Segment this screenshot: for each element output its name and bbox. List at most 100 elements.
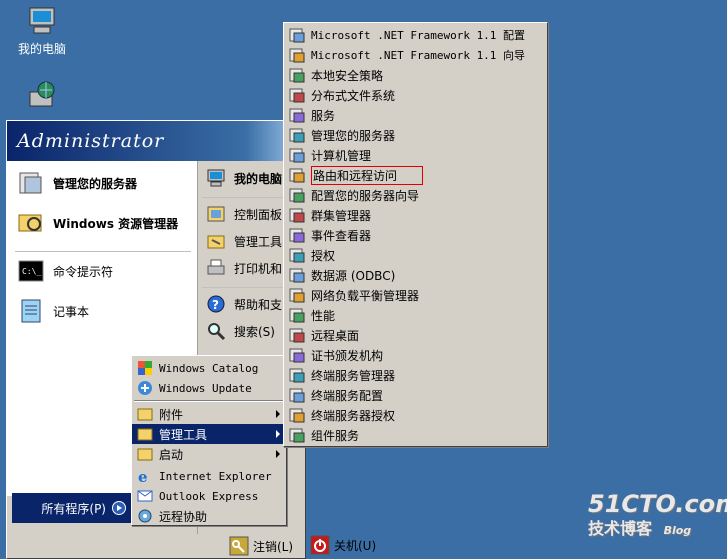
start-item-manage-server[interactable]: 管理您的服务器 [17, 169, 137, 197]
admin-item-component-services[interactable]: 组件服务 [284, 425, 547, 445]
menu-item-remote-assist[interactable]: 远程协助 [132, 506, 286, 526]
menu-item-label: 组件服务 [311, 428, 360, 443]
folder-icon [137, 406, 153, 422]
menu-item-label: 终端服务管理器 [311, 368, 396, 383]
admin-item-security-policy[interactable]: 本地安全策略 [284, 65, 547, 85]
admin-item-event-viewer[interactable]: 事件查看器 [284, 225, 547, 245]
start-item-cmd[interactable]: C:\_ 命令提示符 [17, 257, 113, 285]
admin-tools-menu: Microsoft .NET Framework 1.1 配置 Microsoft… [283, 22, 548, 447]
ie-icon: e [137, 468, 153, 486]
menu-item-admin-tools[interactable]: 管理工具 [132, 424, 286, 444]
admin-item-nlb[interactable]: 网络负载平衡管理器 [284, 285, 547, 305]
start-item-label: 记事本 [53, 304, 90, 319]
menu-item-windows-update[interactable]: Windows Update [132, 378, 286, 398]
certificate-icon [289, 347, 305, 363]
desktop-icon-my-computer[interactable]: 我的电脑 [7, 5, 77, 57]
menu-item-outlook[interactable]: Outlook Express [132, 486, 286, 506]
admin-item-services[interactable]: 服务 [284, 105, 547, 125]
start-item-printers[interactable]: 打印机和 [206, 258, 282, 278]
admin-item-routing[interactable]: 路由和远程访问 [284, 165, 547, 185]
start-menu-bottom-bar: 注销(L) [7, 534, 305, 558]
admin-item-dfs[interactable]: 分布式文件系统 [284, 85, 547, 105]
admin-item-dotnet-wizard[interactable]: Microsoft .NET Framework 1.1 向导 [284, 45, 547, 65]
admin-item-ts-manager[interactable]: 终端服务管理器 [284, 365, 547, 385]
services-icon [289, 107, 305, 123]
my-computer-icon [26, 5, 58, 37]
programs-menu: Windows Catalog Windows Update 附件 管理工具 启… [131, 355, 287, 526]
admin-item-cluster[interactable]: 群集管理器 [284, 205, 547, 225]
svg-text:?: ? [212, 298, 219, 312]
admin-item-computer-management[interactable]: 计算机管理 [284, 145, 547, 165]
windows-catalog-icon [137, 360, 153, 376]
folder-icon [137, 426, 153, 442]
menu-item-startup[interactable]: 启动 [132, 444, 286, 464]
start-item-notepad[interactable]: 记事本 [17, 297, 89, 325]
admin-item-odbc[interactable]: 数据源 (ODBC) [284, 265, 547, 285]
windows-update-icon [137, 380, 153, 396]
remote-desktop-icon [289, 327, 305, 343]
folder-icon [137, 446, 153, 462]
admin-item-performance[interactable]: 性能 [284, 305, 547, 325]
start-item-label: 命令提示符 [53, 264, 114, 279]
start-item-explorer[interactable]: Windows 资源管理器 [17, 209, 178, 237]
admin-item-dotnet-config[interactable]: Microsoft .NET Framework 1.1 配置 [284, 25, 547, 45]
admin-item-remote-desktop[interactable]: 远程桌面 [284, 325, 547, 345]
admin-item-licensing[interactable]: 授权 [284, 245, 547, 265]
cmd-icon: C:\_ [17, 257, 45, 285]
start-item-search[interactable]: 搜索(S) [206, 321, 275, 341]
remote-assist-icon [137, 508, 153, 524]
start-item-label: 管理工具 [234, 234, 283, 249]
computer-icon [206, 168, 226, 188]
arrow-right-icon [112, 501, 126, 515]
help-icon: ? [206, 294, 226, 314]
admin-item-ts-config[interactable]: 终端服务配置 [284, 385, 547, 405]
start-item-label: 打印机和 [234, 261, 283, 276]
menu-item-label: 附件 [159, 407, 184, 422]
admin-item-certificate[interactable]: 证书颁发机构 [284, 345, 547, 365]
logoff-label: 注销(L) [253, 539, 294, 554]
menu-item-ie[interactable]: e Internet Explorer [132, 466, 286, 486]
explorer-icon [17, 209, 45, 237]
nlb-icon [289, 287, 305, 303]
start-item-label: 管理您的服务器 [53, 176, 138, 191]
ts-manager-icon [289, 367, 305, 383]
admin-item-server-manage[interactable]: 管理您的服务器 [284, 125, 547, 145]
menu-item-label: 管理您的服务器 [311, 128, 396, 143]
menu-item-label: 服务 [311, 108, 336, 123]
server-manage-icon [289, 127, 305, 143]
menu-item-label: 数据源 (ODBC) [311, 268, 396, 283]
start-item-label: 搜索(S) [234, 324, 275, 339]
logoff-button[interactable]: 注销(L) [229, 536, 293, 556]
computer-management-icon [289, 147, 305, 163]
start-item-label: 我的电脑 [234, 171, 283, 186]
start-item-label: 帮助和支 [234, 297, 283, 312]
outlook-icon [137, 488, 153, 504]
component-services-icon [289, 427, 305, 443]
menu-item-label: 启动 [159, 447, 184, 462]
shutdown-button[interactable]: 关机(U) [310, 535, 376, 555]
security-policy-icon [289, 67, 305, 83]
menu-item-label: 远程桌面 [311, 328, 360, 343]
start-item-help[interactable]: ? 帮助和支 [206, 294, 282, 314]
menu-item-label: 终端服务配置 [311, 388, 384, 403]
chevron-right-icon [276, 410, 280, 418]
key-icon [229, 536, 249, 556]
menu-item-accessories[interactable]: 附件 [132, 404, 286, 424]
menu-item-label: 事件查看器 [311, 228, 372, 243]
menu-item-label: Windows Update [159, 381, 252, 395]
ts-config-icon [289, 387, 305, 403]
start-item-admin-tools[interactable]: 管理工具 [206, 231, 282, 251]
licensing-icon [289, 247, 305, 263]
all-programs-button[interactable]: 所有程序(P) [12, 493, 132, 523]
start-menu-user: Administrator [7, 121, 305, 161]
ts-licensing-icon [289, 407, 305, 423]
start-item-my-computer[interactable]: 我的电脑 [206, 168, 282, 188]
menu-item-label: 分布式文件系统 [311, 88, 396, 103]
desktop-icon-network[interactable] [7, 80, 77, 115]
menu-item-label: 管理工具 [159, 427, 208, 442]
admin-item-config-wizard[interactable]: 配置您的服务器向导 [284, 185, 547, 205]
start-item-control-panel[interactable]: 控制面板 [206, 204, 282, 224]
all-programs-label: 所有程序(P) [41, 501, 106, 516]
menu-item-windows-catalog[interactable]: Windows Catalog [132, 358, 286, 378]
admin-item-ts-licensing[interactable]: 终端服务器授权 [284, 405, 547, 425]
